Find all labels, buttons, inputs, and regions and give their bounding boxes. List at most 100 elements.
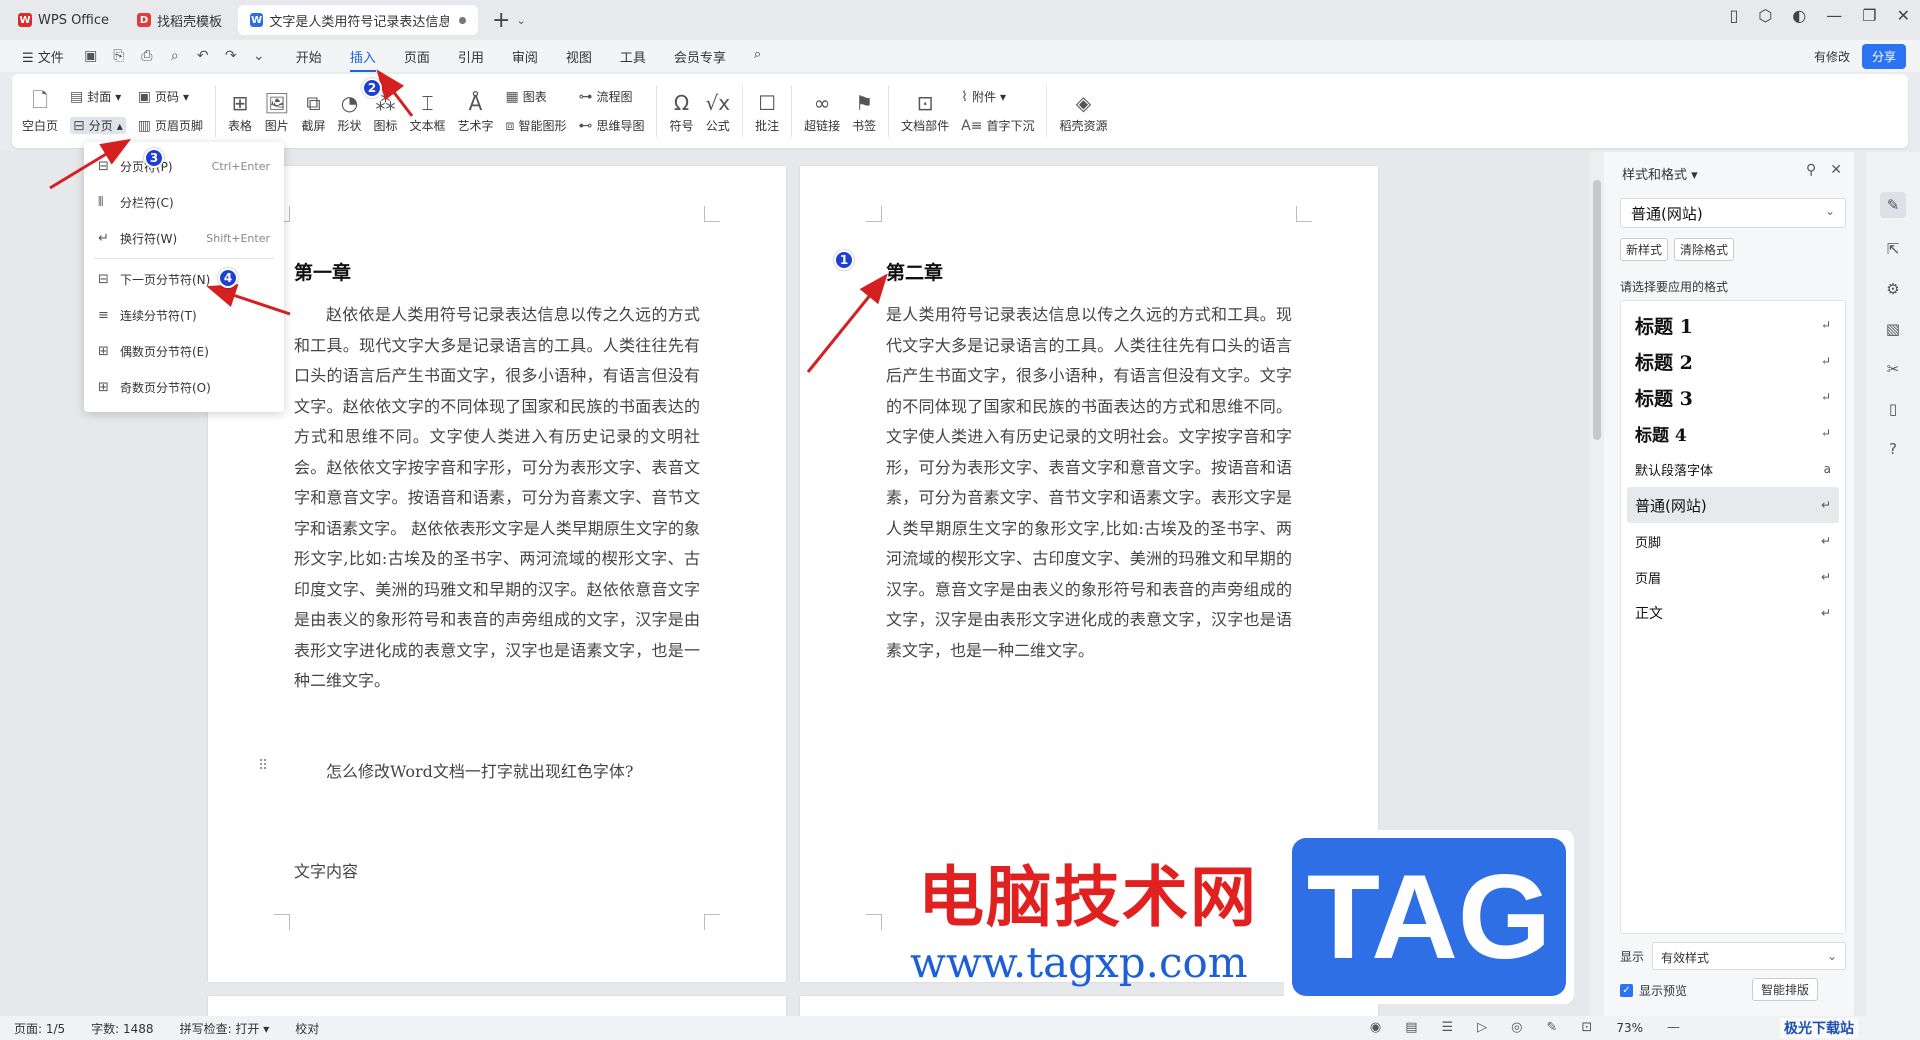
current-style-select[interactable]: 普通(网站) ⌄	[1620, 198, 1846, 228]
chapter-heading[interactable]: 第二章	[886, 258, 943, 285]
style-item-normal-web[interactable]: 普通(网站) ↵	[1627, 487, 1839, 523]
search-icon[interactable]: ⌕	[754, 41, 761, 72]
style-item-heading-3[interactable]: 标题 3 ↵	[1621, 379, 1845, 415]
eye-icon[interactable]: ◉	[1370, 1020, 1381, 1035]
menu-item-page-break[interactable]: ⊟ 分页符(P) Ctrl+Enter	[84, 148, 284, 184]
drag-handle-icon[interactable]: ⠿	[258, 758, 268, 774]
sliders-icon[interactable]: ⚙	[1886, 280, 1899, 298]
style-item-body[interactable]: 正文 ↵	[1621, 595, 1845, 631]
new-tab-icon[interactable]: +	[492, 8, 510, 33]
has-changes-label[interactable]: 有修改	[1814, 48, 1850, 65]
print-icon[interactable]: ⎙	[138, 48, 156, 64]
unsaved-dot-icon[interactable]	[459, 16, 467, 24]
menu-page[interactable]: 页面	[404, 41, 430, 72]
header-footer-button[interactable]: ▥ 页眉页脚	[138, 117, 203, 134]
layout-icon[interactable]: ▯	[1730, 6, 1739, 25]
menu-item-line-break[interactable]: ↵ 换行符(W) Shift+Enter	[84, 220, 284, 256]
blank-page-button[interactable]: 🗋 空白页	[22, 88, 58, 134]
close-icon[interactable]: ✕	[1897, 6, 1910, 25]
show-preview-checkbox[interactable]: ✓ 显示预览	[1620, 982, 1687, 999]
comment-button[interactable]: ☐ 批注	[749, 89, 785, 134]
display-select[interactable]: 有效样式 ⌄	[1652, 942, 1846, 970]
clear-format-button[interactable]: 清除格式	[1674, 238, 1735, 261]
restore-icon[interactable]: ❐	[1862, 6, 1876, 25]
share-button[interactable]: 分享	[1861, 44, 1906, 69]
export-icon[interactable]: ⎘	[110, 48, 128, 64]
attachment-button[interactable]: ⌇ 附件 ▾	[961, 88, 1034, 105]
menu-review[interactable]: 审阅	[512, 41, 538, 72]
picture-button[interactable]: 🖼 图片	[258, 89, 295, 134]
page-break-button[interactable]: ⊟ 分页 ▴	[70, 117, 126, 134]
panel-title[interactable]: 样式和格式 ▾	[1622, 164, 1698, 183]
menu-insert[interactable]: 插入	[349, 41, 376, 72]
docer-resources-button[interactable]: ◈ 稻壳资源	[1053, 89, 1113, 134]
style-pen-icon[interactable]: ✎	[1879, 192, 1907, 218]
avatar[interactable]: ◐	[1792, 6, 1806, 25]
textbox-button[interactable]: ⌶ 文本框	[404, 89, 452, 134]
smart-format-button[interactable]: 智能排版	[1752, 978, 1819, 1001]
flowchart-button[interactable]: ⊶ 流程图	[578, 88, 644, 105]
drop-cap-button[interactable]: A≡ 首字下沉	[961, 117, 1034, 134]
spell-check-toggle[interactable]: 拼写检查: 打开 ▾	[180, 1020, 270, 1037]
pin-icon[interactable]: ⚲	[1806, 162, 1816, 178]
menu-item-continuous-section[interactable]: ≡ 连续分节符(T)	[84, 297, 284, 333]
page-view-icon[interactable]: ▤	[1405, 1020, 1417, 1035]
chapter-heading[interactable]: 第一章	[294, 258, 351, 285]
cube-icon[interactable]: ⬡	[1758, 6, 1772, 25]
tools-icon[interactable]: ✂	[1887, 360, 1900, 378]
menu-item-column-break[interactable]: ⫴ 分栏符(C)	[84, 184, 284, 220]
save-icon[interactable]: ▣	[82, 48, 100, 64]
fit-width-icon[interactable]: ⊡	[1581, 1020, 1592, 1035]
menu-item-next-page-section[interactable]: ⊟ 下一页分节符(N)	[84, 261, 284, 297]
menu-view[interactable]: 视图	[566, 41, 592, 72]
minimize-icon[interactable]: —	[1826, 6, 1842, 25]
page-1[interactable]: 第一章 赵依依是人类用符号记录表达信息以传之久远的方式和工具。现代文字大多是记录…	[208, 166, 786, 982]
print-preview-icon[interactable]: ⌕	[166, 48, 184, 64]
menu-item-odd-page-section[interactable]: ⊞ 奇数页分节符(O)	[84, 369, 284, 405]
tab-docer-templates[interactable]: D 找稻壳模板	[125, 5, 234, 35]
redo-icon[interactable]: ↷	[222, 48, 240, 64]
style-item-default-font[interactable]: 默认段落字体 a	[1621, 451, 1845, 487]
style-item-footer[interactable]: 页脚 ↵	[1621, 523, 1845, 559]
style-item-heading-1[interactable]: 标题 1 ↵	[1621, 307, 1845, 343]
content-paragraph[interactable]: 文字内容	[294, 858, 358, 882]
menu-item-even-page-section[interactable]: ⊞ 偶数页分节符(E)	[84, 333, 284, 369]
style-item-heading-2[interactable]: 标题 2 ↵	[1621, 343, 1845, 379]
vertical-scrollbar[interactable]	[1590, 152, 1604, 1016]
style-item-heading-4[interactable]: 标题 4 ↵	[1621, 415, 1845, 451]
body-paragraph[interactable]: 赵依依是人类用符号记录表达信息以传之久远的方式和工具。现代文字大多是记录语言的工…	[294, 300, 700, 697]
zoom-out-icon[interactable]: —	[1667, 1020, 1680, 1035]
scrollbar-thumb[interactable]	[1593, 180, 1601, 440]
tab-list-chevron-icon[interactable]: ⌄	[516, 14, 525, 27]
question-paragraph[interactable]: 怎么修改Word文档一打字就出现红色字体?	[326, 758, 633, 782]
bookmark-button[interactable]: ⚑ 书签	[846, 89, 882, 134]
file-menu[interactable]: ☰ 文件	[14, 47, 72, 66]
proofread-button[interactable]: 校对	[295, 1020, 319, 1037]
new-style-button[interactable]: 新样式	[1620, 238, 1669, 261]
zoom-level[interactable]: 73%	[1616, 1021, 1643, 1035]
tab-document[interactable]: W 文字是人类用符号记录表达信息以	[238, 5, 479, 35]
close-icon[interactable]: ✕	[1830, 162, 1842, 178]
cover-button[interactable]: ▤ 封面 ▾	[70, 88, 126, 105]
formula-button[interactable]: √x 公式	[699, 89, 736, 134]
symbol-button[interactable]: Ω 符号	[663, 89, 699, 134]
doc-parts-button[interactable]: ⊡ 文档部件	[895, 89, 955, 134]
pen-icon[interactable]: ✎	[1547, 1020, 1558, 1035]
tab-wps-office[interactable]: W WPS Office	[6, 5, 121, 35]
screenshot-button[interactable]: ⧉ 截屏	[295, 89, 331, 134]
page-number-button[interactable]: ▣ 页码 ▾	[138, 88, 203, 105]
select-cursor-icon[interactable]: ⇱	[1887, 240, 1900, 258]
book-icon[interactable]: ▯	[1889, 400, 1897, 418]
wordart-button[interactable]: Å 艺术字	[452, 89, 500, 134]
web-view-icon[interactable]: ◎	[1511, 1020, 1522, 1035]
play-icon[interactable]: ▷	[1477, 1020, 1487, 1035]
help-icon[interactable]: ?	[1889, 440, 1897, 458]
menu-tools[interactable]: 工具	[620, 41, 646, 72]
mindmap-button[interactable]: ⊷ 思维导图	[578, 117, 644, 134]
menu-start[interactable]: 开始	[296, 41, 322, 72]
outline-view-icon[interactable]: ☰	[1442, 1020, 1454, 1035]
undo-icon[interactable]: ↶	[194, 48, 212, 64]
word-count[interactable]: 字数: 1488	[91, 1020, 153, 1037]
shape-button[interactable]: ◔ 形状	[331, 89, 367, 134]
menu-reference[interactable]: 引用	[458, 41, 484, 72]
